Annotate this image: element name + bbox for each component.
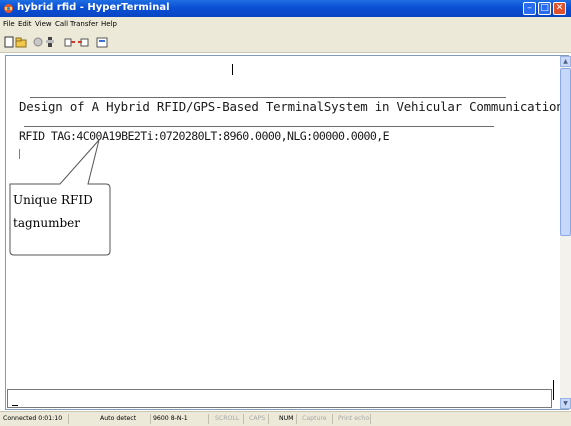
- menu-transfer[interactable]: Transfer: [70, 20, 98, 29]
- status-capture: Capture: [302, 415, 327, 422]
- status-num: NUM: [279, 415, 294, 422]
- scroll-thumb[interactable]: [560, 68, 571, 236]
- new-icon[interactable]: [3, 36, 15, 48]
- status-scroll: SCROLL: [215, 415, 240, 422]
- maximize-button[interactable]: □: [538, 2, 551, 15]
- close-button[interactable]: ✕: [553, 2, 566, 15]
- receive-icon[interactable]: [77, 36, 89, 48]
- disconnect-icon[interactable]: [32, 36, 44, 48]
- menu-bar: File Edit View Call Transfer Help: [0, 17, 571, 32]
- send-icon[interactable]: [64, 36, 76, 48]
- input-caret: [12, 405, 18, 406]
- properties-icon[interactable]: [96, 36, 108, 48]
- callout-line-1: Unique RFID: [13, 193, 93, 207]
- status-connected: Connected 0:01:10: [3, 415, 63, 422]
- input-divider: [553, 380, 554, 400]
- input-line[interactable]: [7, 389, 552, 408]
- scroll-down-icon[interactable]: ▼: [560, 398, 571, 409]
- menu-edit[interactable]: Edit: [18, 20, 32, 29]
- window-title: hybrid rfid - HyperTerminal: [17, 2, 170, 13]
- open-icon[interactable]: [15, 36, 27, 48]
- connect-icon[interactable]: [44, 36, 56, 48]
- status-caps: CAPS: [249, 415, 266, 422]
- menu-help[interactable]: Help: [101, 20, 117, 29]
- status-baud: 9600 8-N-1: [153, 415, 188, 422]
- terminal-line-rfid: RFID TAG:4C00A19BE2Ti:0720280LT:8960.000…: [19, 129, 390, 143]
- hyperterminal-app-icon: [4, 4, 13, 13]
- line1-top-rule: [30, 97, 506, 98]
- callout-line-2: tagnumber: [13, 216, 81, 230]
- line2-top-rule: [24, 126, 494, 127]
- menu-file[interactable]: File: [3, 20, 15, 29]
- menu-view[interactable]: View: [35, 20, 52, 29]
- status-print-echo: Print echo: [338, 415, 370, 422]
- scroll-up-icon[interactable]: ▲: [560, 56, 571, 67]
- toolbar: [0, 32, 571, 53]
- minimize-button[interactable]: –: [523, 2, 536, 15]
- terminal-left-tick: [19, 149, 20, 159]
- terminal-line-title: Design of A Hybrid RFID/GPS-Based Termin…: [19, 99, 571, 114]
- maximize-icon: □: [540, 3, 549, 13]
- status-bar: Connected 0:01:10 Auto detect 9600 8-N-1…: [0, 411, 571, 426]
- vertical-scrollbar[interactable]: ▲ ▼: [560, 56, 571, 409]
- text-cursor-mark: [232, 64, 233, 75]
- close-icon: ✕: [555, 3, 564, 13]
- menu-call[interactable]: Call: [55, 20, 68, 29]
- minimize-icon: –: [527, 3, 532, 13]
- title-bar[interactable]: hybrid rfid - HyperTerminal – □ ✕: [0, 0, 571, 17]
- status-detect: Auto detect: [100, 415, 137, 422]
